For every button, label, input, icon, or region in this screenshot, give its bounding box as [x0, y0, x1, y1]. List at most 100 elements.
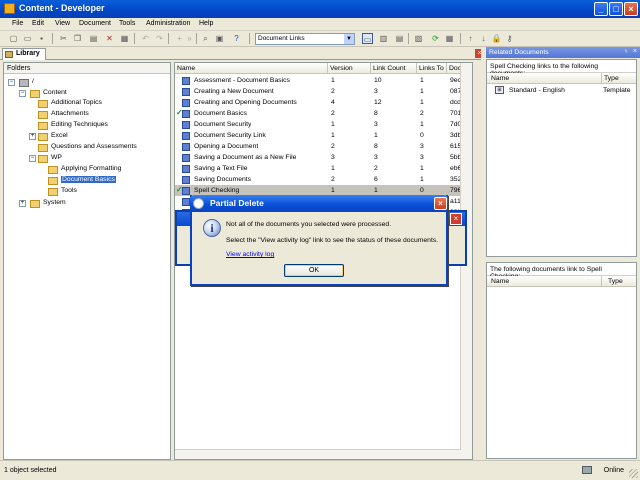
- document-icon: [182, 143, 190, 151]
- cell-links-to: 0: [420, 132, 424, 139]
- document-icon: [182, 88, 190, 96]
- close-icon[interactable]: ×: [633, 48, 637, 55]
- tree-item-editing-techniques[interactable]: Editing Techniques: [38, 120, 168, 131]
- column-header-type[interactable]: Type: [604, 75, 619, 82]
- horizontal-scrollbar[interactable]: [175, 449, 461, 459]
- column-header-link-count[interactable]: Link Count: [371, 63, 417, 74]
- library-tab-strip: Library ×: [0, 47, 486, 60]
- table-row[interactable]: Opening a Document2836157f1: [175, 141, 472, 152]
- column-header-name[interactable]: Name: [491, 75, 509, 82]
- tree-item-attachments[interactable]: Attachments: [38, 109, 168, 120]
- table-row[interactable]: Saving a Text File121eb62c1: [175, 163, 472, 174]
- library-tab[interactable]: Library: [2, 48, 46, 60]
- copy-icon[interactable]: ❐: [72, 33, 83, 44]
- ok-button[interactable]: OK: [284, 264, 344, 277]
- cell-version: 2: [331, 110, 335, 117]
- expand-icon[interactable]: +: [19, 200, 26, 207]
- key-icon[interactable]: ⚷: [504, 33, 515, 44]
- maximize-button[interactable]: □: [609, 2, 623, 16]
- links-to-header: Name Type: [487, 73, 636, 84]
- paste-icon[interactable]: ▤: [88, 33, 99, 44]
- pin-icon[interactable]: ᛃ: [624, 48, 628, 55]
- folder-icon: [48, 166, 58, 174]
- cut-icon[interactable]: ✂: [58, 33, 69, 44]
- table-row[interactable]: Assessment - Document Basics11019ec2d8: [175, 75, 472, 86]
- column-header-version[interactable]: Version: [328, 63, 371, 74]
- template-icon: ⊞: [495, 86, 504, 94]
- collapse-icon[interactable]: −: [29, 155, 36, 162]
- column-header-links-to[interactable]: Links To: [417, 63, 447, 74]
- menu-tools[interactable]: Tools: [119, 20, 135, 27]
- close-icon[interactable]: ×: [450, 213, 462, 225]
- menu-bar: File Edit View Document Tools Administra…: [0, 18, 640, 31]
- menu-document[interactable]: Document: [79, 20, 111, 27]
- tree-item-tools[interactable]: Tools: [48, 186, 168, 197]
- collapse-icon[interactable]: −: [19, 90, 26, 97]
- toolbar: ▢ ▭ ▪ ✂ ❐ ▤ ✕ ▦ ↶ ↷ + » ⌕ ▣ ? Document L…: [0, 31, 640, 47]
- table-row[interactable]: Saving Documents261352f60: [175, 174, 472, 185]
- tree-item-document-basics[interactable]: Document Basics: [48, 175, 168, 186]
- document-icon: [182, 154, 190, 162]
- tree-item-questions-and-assessments[interactable]: Questions and Assessments: [38, 142, 168, 153]
- layout-split-icon[interactable]: ▥: [378, 33, 389, 44]
- check-in-icon[interactable]: ↓: [478, 33, 489, 44]
- properties-icon[interactable]: ▣: [214, 33, 225, 44]
- cell-links-to: 3: [420, 154, 424, 161]
- open-icon[interactable]: ▭: [22, 33, 33, 44]
- linked-from-header: Name Type: [487, 276, 636, 287]
- tree-item-wp[interactable]: − WP: [29, 153, 169, 164]
- minimize-button[interactable]: _: [594, 2, 608, 16]
- cell-name: Document Security: [194, 121, 252, 128]
- save-icon[interactable]: ▪: [36, 33, 47, 44]
- columns-icon[interactable]: ▦: [444, 33, 455, 44]
- table-row[interactable]: Creating a New Document23108796C: [175, 86, 472, 97]
- help-icon[interactable]: ?: [231, 33, 242, 44]
- menu-help[interactable]: Help: [199, 20, 213, 27]
- move-down-icon[interactable]: »: [184, 33, 195, 44]
- resize-grip[interactable]: [629, 469, 638, 478]
- check-out-icon[interactable]: ↑: [465, 33, 476, 44]
- rename-icon[interactable]: ▦: [119, 33, 130, 44]
- table-row[interactable]: Saving a Document as a New File3335bb91e: [175, 152, 472, 163]
- table-row[interactable]: Creating and Opening Documents4121dcdb49: [175, 97, 472, 108]
- view-activity-log-link[interactable]: View activity log: [226, 251, 274, 258]
- cell-name: Creating and Opening Documents: [194, 99, 297, 106]
- document-icon: [182, 99, 190, 107]
- menu-view[interactable]: View: [55, 20, 70, 27]
- menu-administration[interactable]: Administration: [146, 20, 190, 27]
- close-window-button[interactable]: ×: [624, 2, 638, 16]
- column-header-name[interactable]: Name: [491, 278, 509, 285]
- lock-icon[interactable]: 🔒: [491, 33, 502, 44]
- find-icon[interactable]: ⌕: [200, 33, 211, 44]
- menu-edit[interactable]: Edit: [32, 20, 44, 27]
- tree-root[interactable]: − /: [8, 77, 158, 88]
- column-header-type[interactable]: Type: [608, 278, 623, 285]
- tree-item-excel[interactable]: + Excel: [29, 131, 169, 142]
- refresh-icon[interactable]: ⟳: [430, 33, 441, 44]
- new-icon[interactable]: ▢: [8, 33, 19, 44]
- layout-single-icon[interactable]: ▭: [362, 33, 373, 44]
- expand-icon[interactable]: +: [29, 133, 36, 140]
- layout-columns-icon[interactable]: ▤: [394, 33, 405, 44]
- menu-file[interactable]: File: [12, 20, 23, 27]
- redo-icon[interactable]: ↷: [154, 33, 165, 44]
- table-row[interactable]: Document Security1317d0155: [175, 119, 472, 130]
- undo-icon[interactable]: ↶: [140, 33, 151, 44]
- chevron-down-icon[interactable]: ▼: [344, 34, 354, 44]
- cell-links-to: 1: [420, 176, 424, 183]
- tree-item-additional-topics[interactable]: Additional Topics: [38, 98, 168, 109]
- dialog-title-bar: Partial Delete ×: [190, 195, 448, 212]
- table-row[interactable]: ✓Document Basics282701d72: [175, 108, 472, 119]
- connection-icon: [582, 466, 592, 474]
- delete-icon[interactable]: ✕: [104, 33, 115, 44]
- table-row[interactable]: Document Security Link1103dbd2b: [175, 130, 472, 141]
- related-documents-panel: Related Documents ᛃ × Spell Checking lin…: [486, 47, 640, 460]
- publish-icon[interactable]: ▧: [413, 33, 424, 44]
- tree-item-applying-formatting[interactable]: Applying Formatting: [48, 164, 168, 175]
- dialog-close-button[interactable]: ×: [434, 197, 447, 210]
- tree-item-system[interactable]: + System: [19, 198, 159, 209]
- list-item[interactable]: ⊞ Standard - English Template: [487, 84, 636, 96]
- column-header-name[interactable]: Name: [175, 63, 328, 74]
- view-combo[interactable]: Document Links ▼: [255, 33, 355, 45]
- collapse-icon[interactable]: −: [8, 79, 15, 86]
